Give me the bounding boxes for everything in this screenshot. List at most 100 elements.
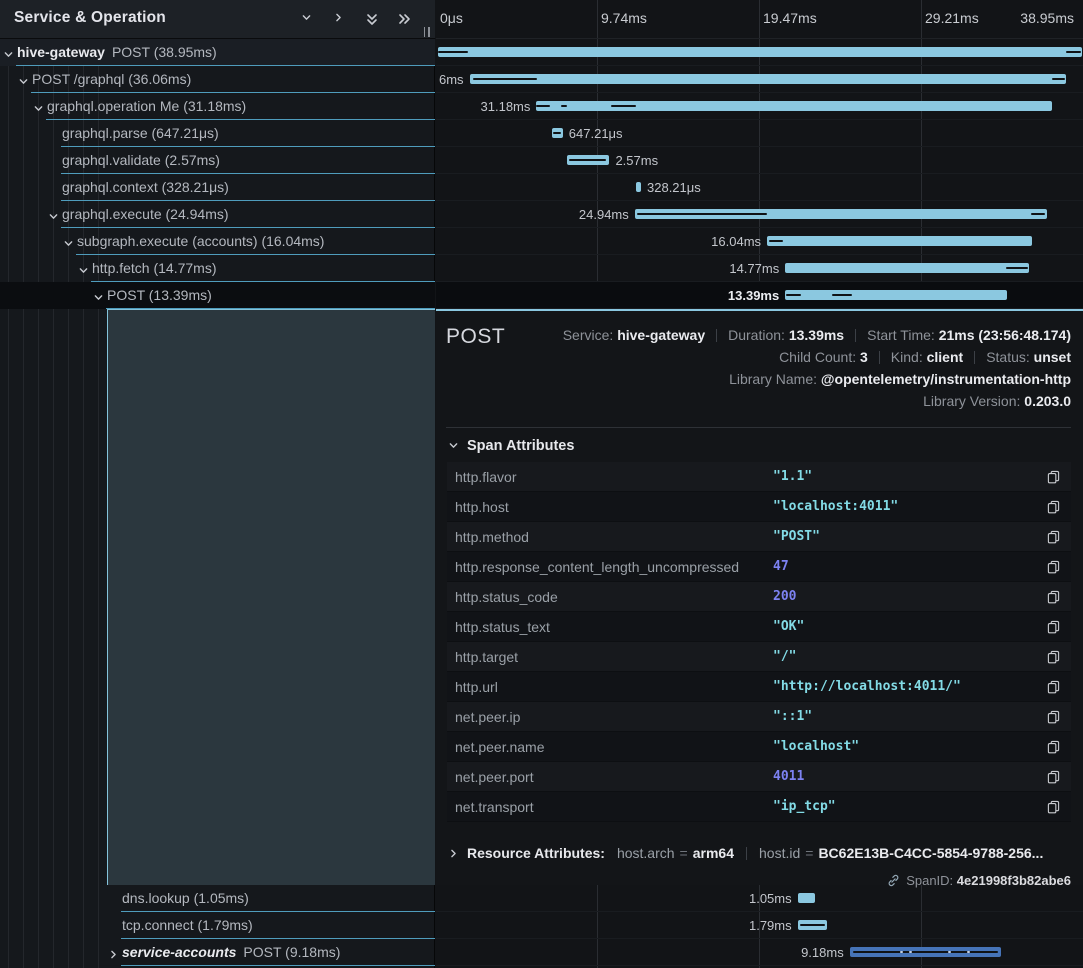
attribute-row: http.status_code200 bbox=[447, 582, 1071, 612]
span-row-label: graphql.validate (2.57ms) bbox=[62, 152, 220, 168]
meta-value: 3 bbox=[860, 349, 868, 365]
detail-row-left-pane bbox=[107, 309, 435, 885]
double-chevron-down-icon[interactable] bbox=[365, 12, 379, 26]
span-bar[interactable] bbox=[438, 47, 1082, 57]
chevron-down-icon bbox=[448, 439, 459, 450]
span-row-post[interactable]: service-accounts POST (9.18ms) bbox=[0, 939, 435, 966]
span-bar[interactable] bbox=[567, 155, 609, 165]
copy-icon[interactable] bbox=[1047, 650, 1061, 665]
span-bar[interactable] bbox=[470, 74, 1066, 84]
span-bar-row: 2.57ms bbox=[436, 147, 1083, 174]
span-row-post[interactable]: hive-gatewayPOST (38.95ms) bbox=[0, 39, 435, 66]
span-bar[interactable] bbox=[635, 209, 1047, 219]
span-bar[interactable] bbox=[798, 920, 828, 930]
resource-equals: = bbox=[805, 845, 813, 861]
copy-icon[interactable] bbox=[1047, 620, 1061, 635]
operation-name: http.fetch (14.77ms) bbox=[92, 260, 217, 276]
span-bar[interactable] bbox=[785, 263, 1029, 273]
copy-icon[interactable] bbox=[1047, 740, 1061, 755]
span-bar-child-marker bbox=[786, 294, 801, 296]
span-row-subgraph-execute-accounts-[interactable]: subgraph.execute (accounts) (16.04ms) bbox=[0, 228, 435, 255]
chevron-down-icon[interactable] bbox=[301, 12, 315, 26]
span-bar[interactable] bbox=[785, 290, 1006, 300]
detail-divider bbox=[446, 427, 1071, 428]
copy-icon[interactable] bbox=[1047, 530, 1061, 545]
span-attributes-table: http.flavor"1.1"http.host"localhost:4011… bbox=[447, 462, 1071, 822]
meta-separator bbox=[716, 329, 717, 342]
span-bar[interactable] bbox=[536, 101, 1052, 111]
copy-icon[interactable] bbox=[1047, 800, 1061, 815]
span-detail-title: POST bbox=[446, 325, 505, 349]
meta-separator bbox=[879, 351, 880, 364]
span-bar-row: 1.05ms bbox=[436, 885, 1083, 912]
chevron-right-icon[interactable] bbox=[333, 12, 347, 26]
meta-value: 13.39ms bbox=[789, 327, 844, 343]
attribute-value: "1.1" bbox=[773, 469, 812, 484]
attribute-key: net.peer.port bbox=[455, 769, 534, 785]
span-duration-label: 1.05ms bbox=[749, 891, 792, 906]
copy-icon[interactable] bbox=[1047, 590, 1061, 605]
span-bar[interactable] bbox=[552, 128, 563, 138]
meta-label: Kind: bbox=[891, 349, 927, 365]
span-attributes-header[interactable]: Span Attributes bbox=[448, 438, 574, 454]
chevron-down-icon[interactable] bbox=[48, 209, 59, 220]
span-duration-label: 16.04ms bbox=[711, 234, 761, 249]
span-row-graphql-validate[interactable]: graphql.validate (2.57ms) bbox=[0, 147, 435, 174]
span-row-label: tcp.connect (1.79ms) bbox=[122, 917, 253, 933]
span-row-post[interactable]: POST (13.39ms) bbox=[0, 282, 435, 309]
chevron-right-icon[interactable] bbox=[108, 947, 119, 958]
copy-icon[interactable] bbox=[1047, 710, 1061, 725]
span-bar[interactable] bbox=[850, 947, 1002, 957]
attribute-key: http.response_content_length_uncompresse… bbox=[455, 559, 739, 575]
chevron-down-icon[interactable] bbox=[78, 263, 89, 274]
span-bar[interactable] bbox=[798, 893, 815, 903]
span-row-tcp-connect[interactable]: tcp.connect (1.79ms) bbox=[0, 912, 435, 939]
copy-icon[interactable] bbox=[1047, 500, 1061, 515]
service-name: service-accounts bbox=[122, 944, 236, 960]
chevron-down-icon[interactable] bbox=[63, 236, 74, 247]
column-resizer[interactable] bbox=[422, 24, 432, 36]
span-row-label: POST (13.39ms) bbox=[107, 287, 212, 303]
meta-value: 0.203.0 bbox=[1024, 393, 1071, 409]
attribute-key: http.url bbox=[455, 679, 498, 695]
chevron-down-icon[interactable] bbox=[33, 101, 44, 112]
operation-name: POST (9.18ms) bbox=[243, 944, 340, 960]
span-bar-dot bbox=[900, 951, 903, 953]
attribute-value: 4011 bbox=[773, 769, 804, 784]
span-row-label: graphql.operation Me (31.18ms) bbox=[47, 98, 246, 114]
copy-icon[interactable] bbox=[1047, 470, 1061, 485]
span-row-graphql-execute[interactable]: graphql.execute (24.94ms) bbox=[0, 201, 435, 228]
span-bar-row: 13.39ms bbox=[436, 282, 1083, 309]
span-row-post-graphql[interactable]: POST /graphql (36.06ms) bbox=[0, 66, 435, 93]
attribute-row: net.transport"ip_tcp" bbox=[447, 792, 1071, 822]
attribute-value: 200 bbox=[773, 589, 796, 604]
copy-icon[interactable] bbox=[1047, 680, 1061, 695]
span-row-label: graphql.parse (647.21μs) bbox=[62, 125, 219, 141]
span-row-dns-lookup[interactable]: dns.lookup (1.05ms) bbox=[0, 885, 435, 912]
span-bar[interactable] bbox=[767, 236, 1032, 246]
chevron-down-icon[interactable] bbox=[18, 74, 29, 85]
span-bar-child-marker bbox=[1052, 78, 1065, 80]
attribute-key: net.peer.ip bbox=[455, 709, 520, 725]
span-bar[interactable] bbox=[636, 182, 641, 192]
chevron-down-icon[interactable] bbox=[93, 290, 104, 301]
attribute-value: "ip_tcp" bbox=[773, 799, 836, 814]
span-row-graphql-context[interactable]: graphql.context (328.21μs) bbox=[0, 174, 435, 201]
span-row-label: POST /graphql (36.06ms) bbox=[32, 71, 191, 87]
span-bar-child-marker bbox=[473, 78, 537, 80]
attribute-row: http.url"http://localhost:4011/" bbox=[447, 672, 1071, 702]
double-chevron-right-icon[interactable] bbox=[397, 12, 411, 26]
span-bar-child-marker bbox=[769, 240, 784, 242]
span-id-value[interactable]: 4e21998f3b82abe6 bbox=[957, 873, 1071, 888]
span-bar-row: 16.04ms bbox=[436, 228, 1083, 255]
span-duration-label: 24.94ms bbox=[579, 207, 629, 222]
link-icon[interactable] bbox=[887, 874, 900, 887]
copy-icon[interactable] bbox=[1047, 560, 1061, 575]
span-row-graphql-parse[interactable]: graphql.parse (647.21μs) bbox=[0, 120, 435, 147]
resource-attributes-row[interactable]: Resource Attributes:host.arch=arm64host.… bbox=[448, 845, 1043, 861]
operation-name: POST (13.39ms) bbox=[107, 287, 212, 303]
span-row-http-fetch[interactable]: http.fetch (14.77ms) bbox=[0, 255, 435, 282]
chevron-down-icon[interactable] bbox=[3, 47, 14, 58]
span-row-graphql-operation-me[interactable]: graphql.operation Me (31.18ms) bbox=[0, 93, 435, 120]
copy-icon[interactable] bbox=[1047, 770, 1061, 785]
